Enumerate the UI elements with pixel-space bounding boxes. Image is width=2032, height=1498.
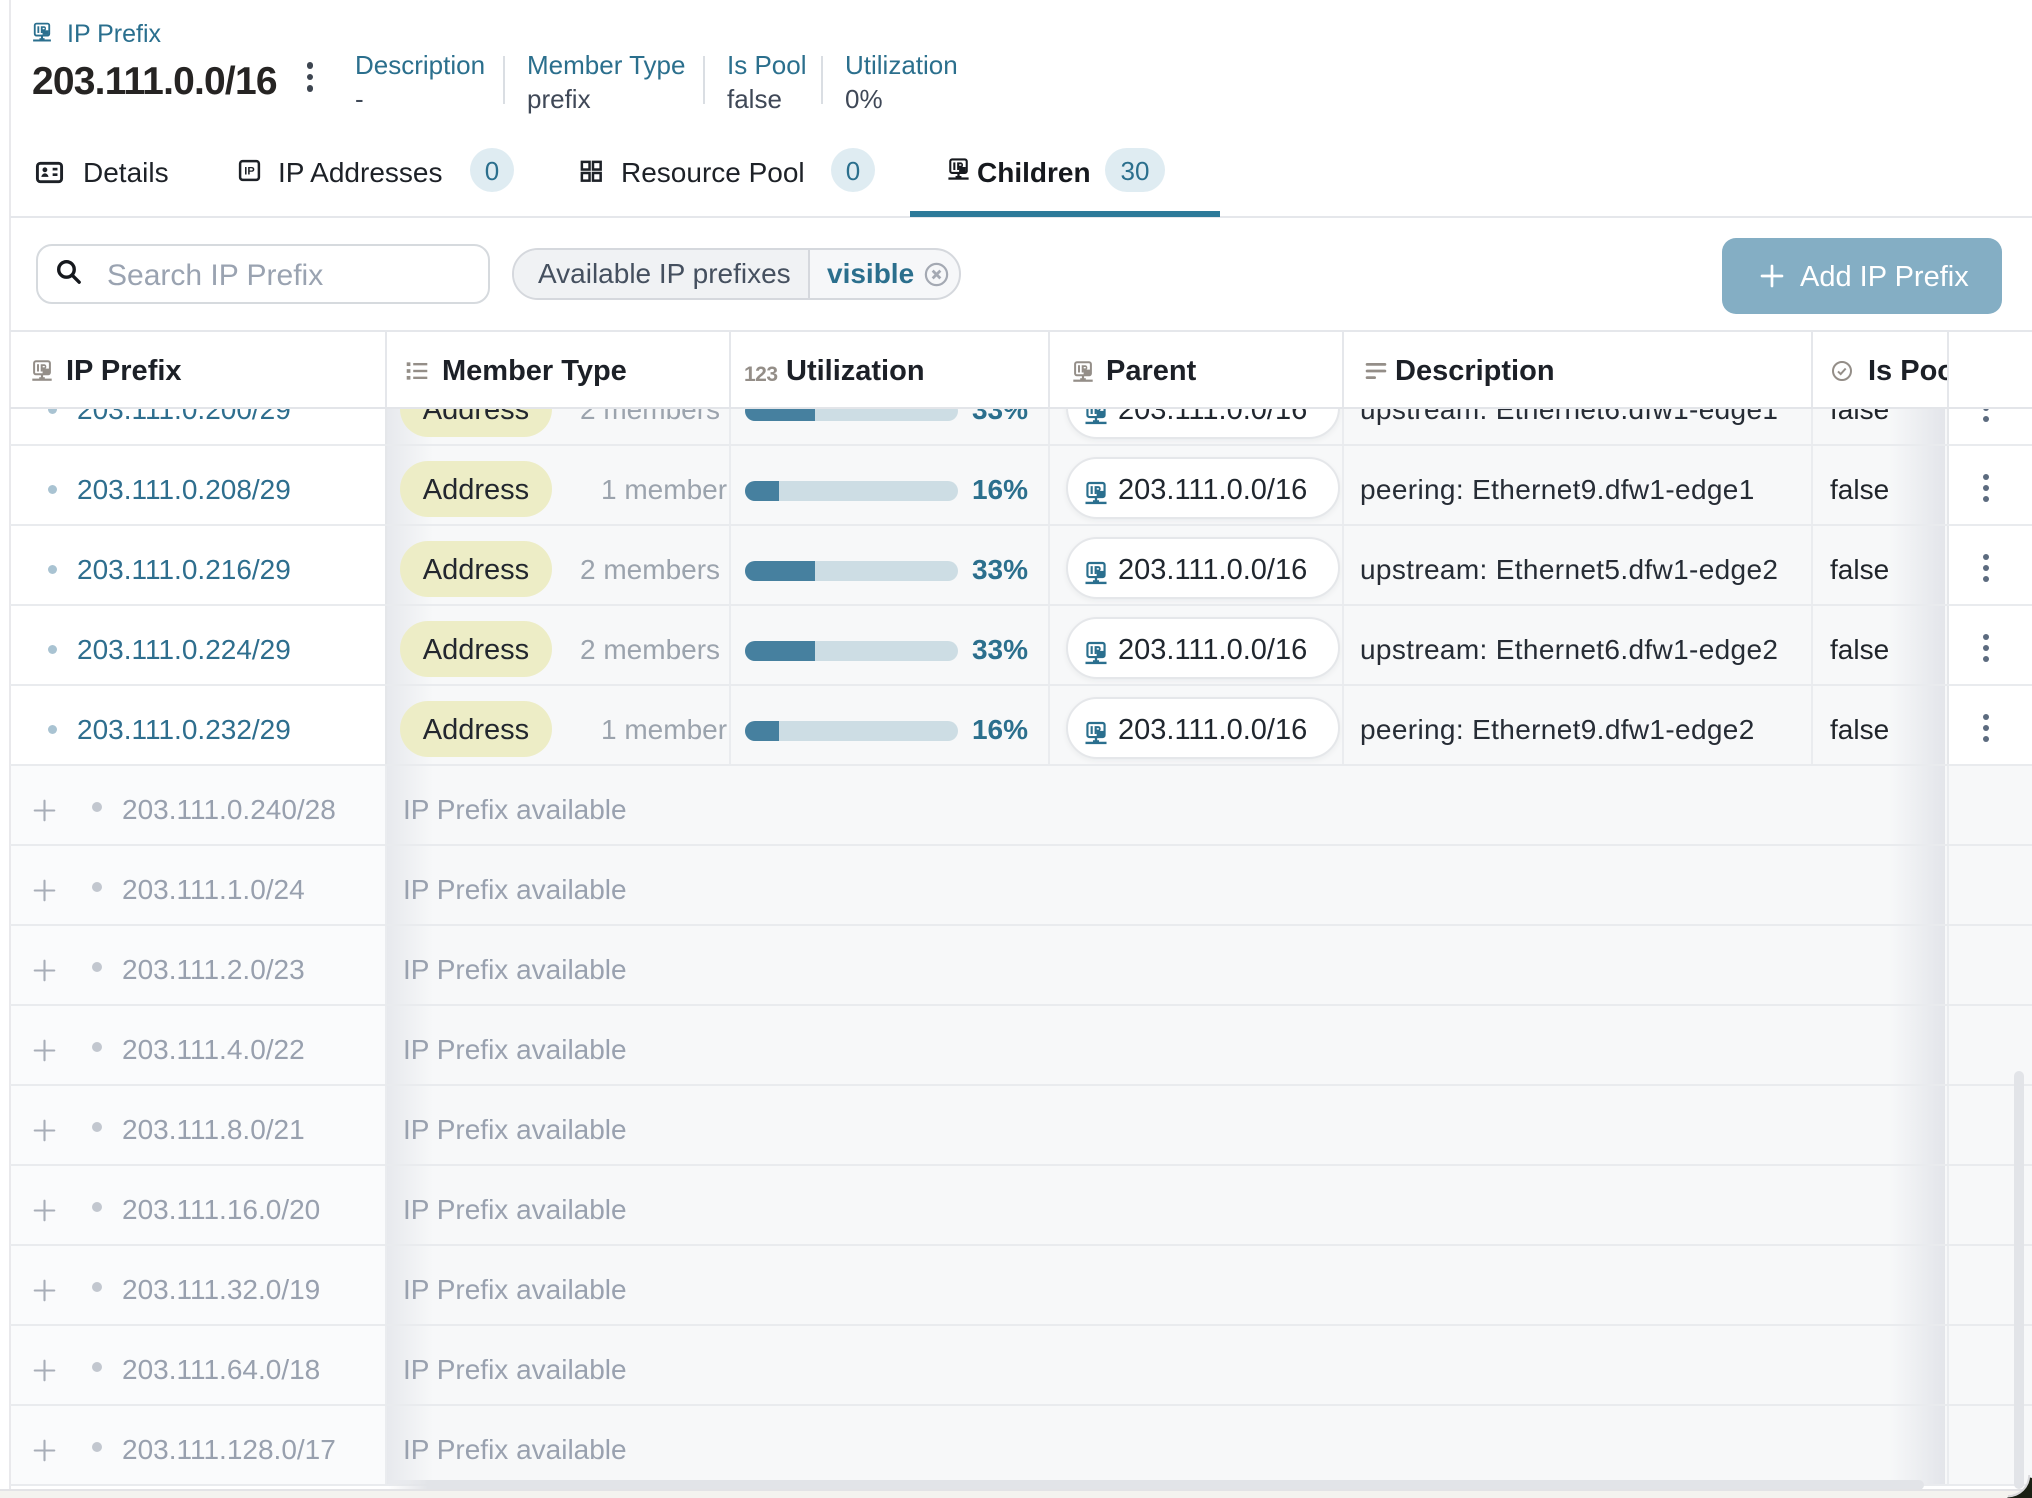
svg-text:IP: IP	[244, 166, 254, 178]
